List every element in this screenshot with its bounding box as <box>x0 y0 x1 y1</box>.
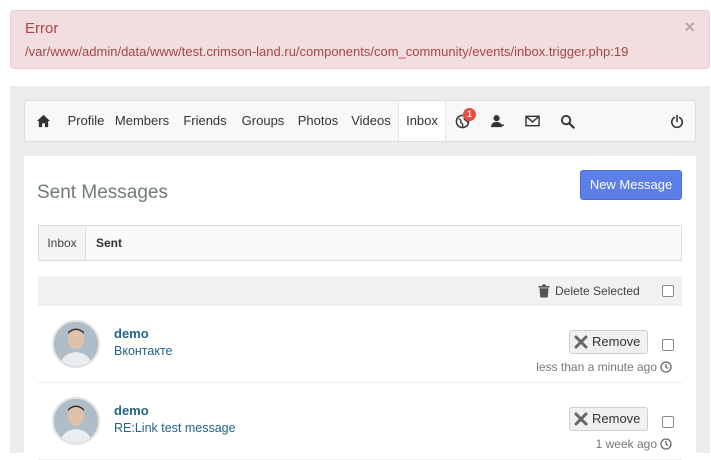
nav-profile[interactable]: Profile <box>62 101 110 141</box>
avatar[interactable] <box>52 320 100 368</box>
message-subject[interactable]: Вконтакте <box>114 344 172 358</box>
nav-videos[interactable]: Videos <box>348 101 394 141</box>
avatar[interactable] <box>52 397 100 445</box>
tab-inbox[interactable]: Inbox <box>39 226 86 260</box>
nav-friends[interactable]: Friends <box>180 101 230 141</box>
page-title: Sent Messages <box>37 182 168 203</box>
remove-label: Remove <box>592 411 641 426</box>
nav-inbox[interactable]: Inbox <box>398 101 446 141</box>
sender-name[interactable]: demo <box>114 403 149 418</box>
close-icon[interactable]: × <box>684 17 695 38</box>
messages-card: Sent Messages New Message Inbox Sent Del… <box>24 156 696 460</box>
message-subject[interactable]: RE:Link test message <box>114 421 236 435</box>
search-icon[interactable] <box>552 101 582 141</box>
delete-selected-label: Delete Selected <box>555 284 640 298</box>
nav-members[interactable]: Members <box>113 101 171 141</box>
error-alert: Error /var/www/admin/data/www/test.crims… <box>10 10 710 69</box>
notification-badge: 1 <box>463 108 476 121</box>
close-icon <box>574 412 588 426</box>
envelope-icon[interactable] <box>517 101 547 141</box>
alert-title: Error <box>25 20 59 37</box>
sender-name[interactable]: demo <box>114 326 149 341</box>
message-time: 1 week ago <box>596 437 672 451</box>
new-message-button[interactable]: New Message <box>580 170 682 200</box>
community-container: Profile Members Friends Groups Photos Vi… <box>10 86 710 460</box>
clock-icon <box>660 438 672 450</box>
message-time: less than a minute ago <box>536 360 672 374</box>
select-all-checkbox[interactable] <box>662 285 674 297</box>
alert-message: /var/www/admin/data/www/test.crimson-lan… <box>25 44 629 59</box>
remove-label: Remove <box>592 334 641 349</box>
user-request-icon[interactable] <box>482 101 512 141</box>
nav-groups[interactable]: Groups <box>237 101 289 141</box>
clock-icon <box>660 361 672 373</box>
time-text: less than a minute ago <box>536 360 657 374</box>
close-icon <box>574 335 588 349</box>
message-checkbox[interactable] <box>662 339 674 351</box>
time-text: 1 week ago <box>595 437 657 451</box>
delete-selected-button[interactable]: Delete Selected <box>538 276 640 306</box>
home-icon[interactable] <box>28 101 58 141</box>
message-row: demo Вконтакте Remove less than a minute… <box>38 306 682 383</box>
power-icon[interactable] <box>662 101 692 141</box>
community-toolbar: Profile Members Friends Groups Photos Vi… <box>24 100 696 142</box>
message-checkbox[interactable] <box>662 416 674 428</box>
message-row: demo RE:Link test message Remove 1 week … <box>38 383 682 460</box>
remove-button[interactable]: Remove <box>569 330 648 354</box>
bulk-action-bar: Delete Selected <box>38 276 682 306</box>
nav-photos[interactable]: Photos <box>294 101 342 141</box>
message-tabs: Inbox Sent <box>38 225 682 261</box>
remove-button[interactable]: Remove <box>569 407 648 431</box>
trash-icon <box>538 284 550 298</box>
tab-sent[interactable]: Sent <box>96 226 122 260</box>
globe-icon[interactable]: 1 <box>447 101 477 141</box>
